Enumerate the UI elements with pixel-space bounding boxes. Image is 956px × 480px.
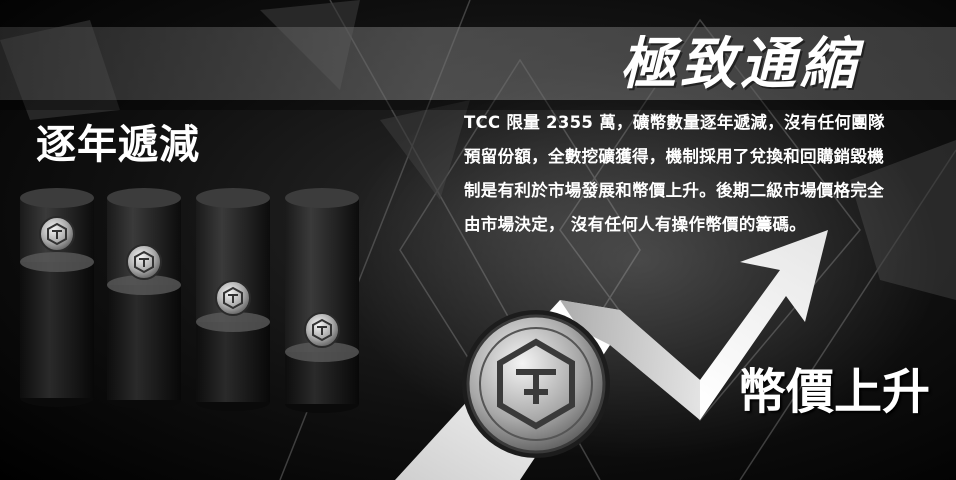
left-heading: 逐年遞減 bbox=[36, 122, 200, 168]
description: TCC 限量 2355 萬，礦幣數量逐年遞減，沒有任何團隊 預留份額，全數挖礦獲… bbox=[464, 106, 940, 242]
description-line: TCC 限量 2355 萬，礦幣數量逐年遞減，沒有任何團隊 bbox=[464, 113, 885, 132]
page-title: 極致通縮 bbox=[620, 32, 860, 97]
cylinder-2 bbox=[107, 188, 181, 409]
description-line: 制是有利於市場發展和幣價上升。後期二級市場價格完全 bbox=[464, 181, 884, 200]
coin-logo-icon bbox=[126, 244, 162, 280]
coin-logo-icon bbox=[304, 312, 340, 348]
coin-logo-icon bbox=[39, 216, 75, 252]
cylinder-group bbox=[20, 188, 359, 413]
slide: 極致通縮 逐年遞減 TCC 限量 2355 萬，礦幣數量逐年遞減，沒有任何團隊 … bbox=[0, 0, 956, 480]
coin-logo-icon bbox=[462, 310, 610, 458]
right-heading: 幣價上升 bbox=[738, 364, 931, 420]
coin-logo-icon bbox=[215, 280, 251, 316]
description-line: 預留份額，全數挖礦獲得，機制採用了兌換和回購銷毀機 bbox=[464, 147, 884, 166]
cylinder-4 bbox=[285, 188, 359, 413]
description-line: 由市場決定， 沒有任何人有操作幣價的籌碼。 bbox=[464, 215, 807, 234]
